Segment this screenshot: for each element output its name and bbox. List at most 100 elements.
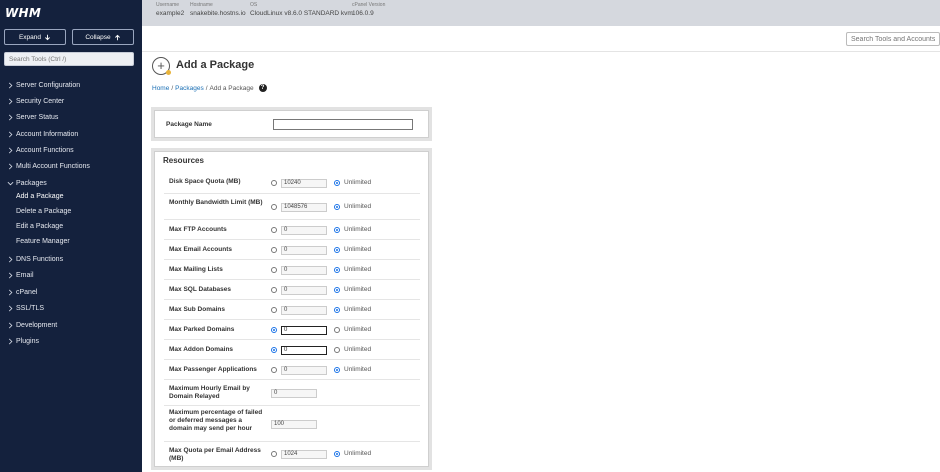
unlimited-radio[interactable] (334, 287, 340, 293)
value-radio[interactable] (271, 204, 277, 210)
resource-value-input[interactable]: 0 (281, 346, 327, 355)
value-radio[interactable] (271, 367, 277, 373)
unlimited-label: Unlimited (344, 326, 372, 333)
resource-label: Max Mailing Lists (169, 266, 223, 273)
hostname-info: Hostname snakebite.hostns.io (190, 2, 246, 17)
breadcrumb-current: Add a Package (209, 84, 254, 92)
sidebar-item-packages[interactable]: Packages (0, 176, 142, 190)
sidebar: WHM Expand Collapse Server Configuration… (0, 0, 142, 472)
sidebar-item-label: Development (16, 321, 58, 329)
sidebar-item-label: Plugins (16, 337, 39, 345)
sidebar-item-email[interactable]: Email (0, 268, 142, 282)
unlimited-radio[interactable] (334, 347, 340, 353)
sidebar-item-account-functions[interactable]: Account Functions (0, 143, 142, 157)
resources-title: Resources (163, 156, 204, 165)
sidebar-item-label: Server Status (16, 113, 59, 121)
resource-value-input[interactable]: 0 (281, 286, 327, 295)
chevron-right-icon (5, 98, 15, 105)
cpanel-version-key: cPanel Version (352, 2, 386, 8)
chevron-right-icon (5, 289, 15, 296)
chevron-right-icon (5, 272, 15, 279)
resource-row-max-hourly-email: Maximum Hourly Email by Domain Relayed 0 (164, 380, 420, 406)
resource-row-max-passenger-applications: Max Passenger Applications 0 Unlimited (164, 360, 420, 380)
package-name-label: Package Name (166, 121, 212, 128)
value-radio[interactable] (271, 180, 277, 186)
resource-value-input[interactable]: 0 (271, 389, 317, 398)
sidebar-item-label: cPanel (16, 288, 38, 296)
unlimited-label: Unlimited (344, 179, 372, 186)
value-radio[interactable] (271, 451, 277, 457)
value-radio[interactable] (271, 327, 277, 333)
sidebar-search-input[interactable] (4, 52, 134, 66)
collapse-button[interactable]: Collapse (72, 29, 134, 45)
resource-value-input[interactable]: 10240 (281, 179, 327, 188)
sidebar-item-dns-functions[interactable]: DNS Functions (0, 252, 142, 266)
resource-value-input[interactable]: 100 (271, 420, 317, 429)
resource-value-input[interactable]: 0 (281, 266, 327, 275)
resource-value-input[interactable]: 0 (281, 246, 327, 255)
unlimited-radio[interactable] (334, 204, 340, 210)
unlimited-radio[interactable] (334, 227, 340, 233)
sidebar-subitem-add-package[interactable]: Add a Package (16, 190, 63, 203)
package-name-input[interactable] (273, 119, 413, 130)
hostname-key: Hostname (190, 2, 213, 8)
resource-row-max-sub-domains: Max Sub Domains 0 Unlimited (164, 300, 420, 320)
value-radio[interactable] (271, 227, 277, 233)
resource-row-max-addon-domains: Max Addon Domains 0 Unlimited (164, 340, 420, 360)
value-radio[interactable] (271, 287, 277, 293)
sidebar-item-label: SSL/TLS (16, 304, 45, 312)
unlimited-radio[interactable] (334, 451, 340, 457)
sidebar-subitem-delete-package[interactable]: Delete a Package (16, 205, 71, 218)
resource-label: Max Quota per Email Address (MB) (169, 447, 261, 462)
unlimited-label: Unlimited (344, 266, 372, 273)
resource-value-input[interactable]: 1024 (281, 450, 327, 459)
resource-label: Max Addon Domains (169, 346, 234, 353)
value-radio[interactable] (271, 307, 277, 313)
expand-label: Expand (18, 33, 42, 41)
sidebar-item-account-information[interactable]: Account Information (0, 127, 142, 141)
unlimited-radio[interactable] (334, 307, 340, 313)
help-icon[interactable]: ? (258, 84, 267, 92)
sidebar-item-server-configuration[interactable]: Server Configuration (0, 78, 142, 92)
sidebar-item-ssl-tls[interactable]: SSL/TLS (0, 301, 142, 315)
resource-row-max-mailing-lists: Max Mailing Lists 0 Unlimited (164, 260, 420, 280)
unlimited-radio[interactable] (334, 247, 340, 253)
sidebar-item-server-status[interactable]: Server Status (0, 110, 142, 124)
os-info: OS CloudLinux v8.6.0 STANDARD kvm (250, 2, 353, 17)
unlimited-label: Unlimited (344, 286, 372, 293)
unlimited-radio[interactable] (334, 180, 340, 186)
resource-value-input[interactable]: 0 (281, 306, 327, 315)
unlimited-radio[interactable] (334, 327, 340, 333)
resource-row-max-sql-databases: Max SQL Databases 0 Unlimited (164, 280, 420, 300)
value-radio[interactable] (271, 267, 277, 273)
value-radio[interactable] (271, 347, 277, 353)
resource-label: Maximum percentage of failed or deferred… (169, 409, 263, 432)
chevron-right-icon (5, 147, 15, 154)
chevron-right-icon (5, 322, 15, 329)
value-radio[interactable] (271, 247, 277, 253)
sidebar-subitem-edit-package[interactable]: Edit a Package (16, 220, 63, 233)
unlimited-radio[interactable] (334, 267, 340, 273)
package-name-panel: Package Name (151, 107, 432, 141)
unlimited-label: Unlimited (344, 450, 372, 457)
resource-value-input[interactable]: 0 (281, 366, 327, 375)
add-package-icon: + (152, 57, 171, 75)
resource-value-input[interactable]: 1048576 (281, 203, 327, 212)
sidebar-item-security-center[interactable]: Security Center (0, 94, 142, 108)
sidebar-item-cpanel[interactable]: cPanel (0, 285, 142, 299)
resource-value-input[interactable]: 0 (281, 226, 327, 235)
resource-label: Max Email Accounts (169, 246, 232, 253)
breadcrumb-packages[interactable]: Packages (175, 85, 204, 92)
sidebar-item-multi-account-functions[interactable]: Multi Account Functions (0, 159, 142, 173)
sidebar-item-development[interactable]: Development (0, 318, 142, 332)
arrow-down-icon (45, 34, 50, 40)
expand-button[interactable]: Expand (4, 29, 66, 45)
sidebar-subitem-feature-manager[interactable]: Feature Manager (16, 235, 70, 248)
whm-logo[interactable]: WHM (5, 6, 41, 20)
breadcrumb-home[interactable]: Home (152, 85, 169, 92)
chevron-right-icon (5, 163, 15, 170)
sidebar-item-plugins[interactable]: Plugins (0, 334, 142, 348)
resource-value-input[interactable]: 0 (281, 326, 327, 335)
unlimited-radio[interactable] (334, 367, 340, 373)
search-tools-accounts-input[interactable] (846, 32, 940, 46)
